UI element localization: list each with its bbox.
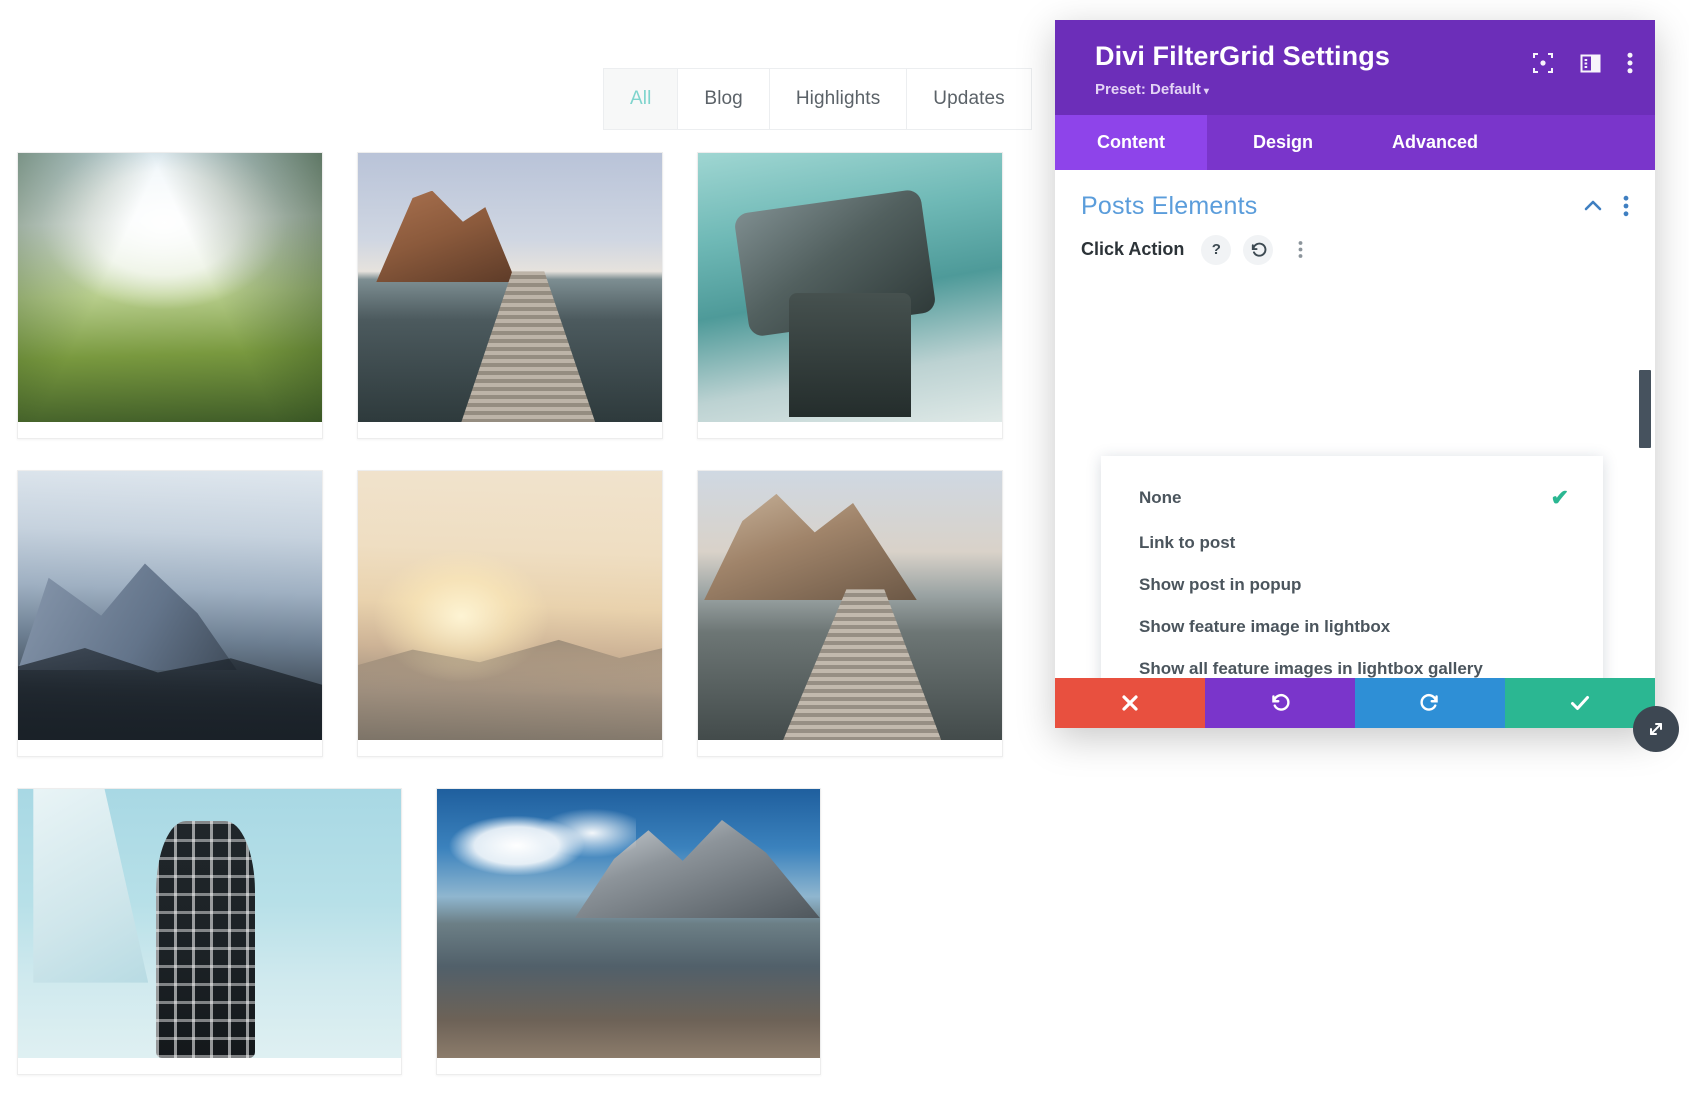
post-card-meta (698, 740, 1002, 756)
post-card-meta (698, 422, 1002, 438)
post-card[interactable] (697, 470, 1003, 757)
panel-scrollbar[interactable] (1639, 370, 1651, 678)
dropdown-option-label: None (1139, 488, 1551, 508)
gorge-photo-image (18, 471, 322, 740)
section-more-icon[interactable] (1623, 195, 1629, 217)
filter-tab-updates[interactable]: Updates (907, 69, 1030, 129)
modal-tab-bar: ContentDesignAdvanced (1055, 115, 1655, 170)
modal-header: Divi FilterGrid Settings Preset: Default… (1055, 20, 1655, 115)
post-card-meta (18, 1058, 401, 1074)
post-card-meta (437, 1058, 820, 1074)
resize-handle-icon[interactable] (1633, 706, 1679, 752)
post-card[interactable] (357, 152, 663, 439)
lake-photo (437, 789, 820, 1058)
modal-header-icons (1532, 52, 1633, 79)
click-action-field-row: Click Action ? (1055, 227, 1655, 265)
reset-icon[interactable] (1243, 235, 1273, 265)
divi-settings-modal: Divi FilterGrid Settings Preset: Default… (1055, 20, 1655, 728)
post-grid (0, 152, 1020, 1106)
undo-button[interactable] (1205, 678, 1355, 728)
dock-photo (358, 153, 662, 422)
filter-tab-blog[interactable]: Blog (678, 69, 769, 129)
post-card[interactable] (17, 470, 323, 757)
post-card[interactable] (357, 470, 663, 757)
cancel-button[interactable] (1055, 678, 1205, 728)
filter-tab-bar: AllBlogHighlightsUpdates (603, 68, 1032, 130)
grid-row (0, 470, 1020, 788)
save-button[interactable] (1505, 678, 1655, 728)
click-action-dropdown: None✔ Link to post Show post in popup Show … (1101, 456, 1603, 678)
posts-elements-section-header: Posts Elements (1055, 170, 1655, 227)
tab-advanced[interactable]: Advanced (1359, 115, 1511, 170)
modal-action-bar (1055, 678, 1655, 728)
modal-body: Posts Elements Click Action ? (1055, 170, 1655, 678)
gorge-photo (18, 471, 322, 740)
dropdown-option-label: Show post in popup (1139, 575, 1569, 595)
sunrise-photo (358, 471, 662, 740)
panel-layout-icon[interactable] (1580, 53, 1601, 79)
click-action-label: Click Action (1081, 239, 1184, 260)
preset-caret-icon: ▾ (1204, 86, 1209, 97)
binoculars-photo (698, 153, 1002, 422)
post-card[interactable] (697, 152, 1003, 439)
person-photo-image (18, 789, 401, 1058)
binoculars-photo-image (698, 153, 1002, 422)
selected-check-icon: ✔ (1551, 485, 1569, 511)
post-card-meta (358, 422, 662, 438)
post-card[interactable] (17, 152, 323, 439)
post-card-meta (358, 740, 662, 756)
tab-design[interactable]: Design (1207, 115, 1359, 170)
section-title: Posts Elements (1081, 192, 1563, 221)
help-icon[interactable]: ? (1201, 235, 1231, 265)
grid-row (0, 788, 1020, 1106)
focus-target-icon[interactable] (1532, 52, 1554, 79)
dropdown-option-label: Show all feature images in lightbox gall… (1139, 659, 1569, 678)
preset-label: Preset: Default (1095, 81, 1201, 98)
boardwalk-photo (698, 471, 1002, 740)
dock-photo-image (358, 153, 662, 422)
sunrise-photo-image (358, 471, 662, 740)
chevron-up-icon[interactable] (1581, 194, 1605, 218)
grid-row (0, 152, 1020, 470)
post-card-meta (18, 422, 322, 438)
dropdown-option[interactable]: Show post in popup (1101, 564, 1603, 606)
filter-tab-all[interactable]: All (604, 69, 678, 129)
post-card[interactable] (436, 788, 821, 1075)
dropdown-option[interactable]: None✔ (1101, 474, 1603, 522)
dropdown-option[interactable]: Show feature image in lightbox (1101, 606, 1603, 648)
panel-scrollbar-thumb[interactable] (1639, 370, 1651, 448)
dropdown-option-label: Show feature image in lightbox (1139, 617, 1569, 637)
person-photo (18, 789, 401, 1058)
dropdown-option-label: Link to post (1139, 533, 1569, 553)
valley-photo (18, 153, 322, 422)
valley-photo-image (18, 153, 322, 422)
more-options-icon[interactable] (1627, 52, 1633, 79)
post-card[interactable] (17, 788, 402, 1075)
dropdown-option[interactable]: Link to post (1101, 522, 1603, 564)
lake-photo-image (437, 789, 820, 1058)
filter-tab-highlights[interactable]: Highlights (770, 69, 907, 129)
post-card-meta (18, 740, 322, 756)
preset-selector[interactable]: Preset: Default▾ (1095, 81, 1209, 98)
field-more-icon[interactable] (1285, 235, 1315, 265)
redo-button[interactable] (1355, 678, 1505, 728)
tab-content[interactable]: Content (1055, 115, 1207, 170)
boardwalk-photo-image (698, 471, 1002, 740)
dropdown-option[interactable]: Show all feature images in lightbox gall… (1101, 648, 1603, 678)
